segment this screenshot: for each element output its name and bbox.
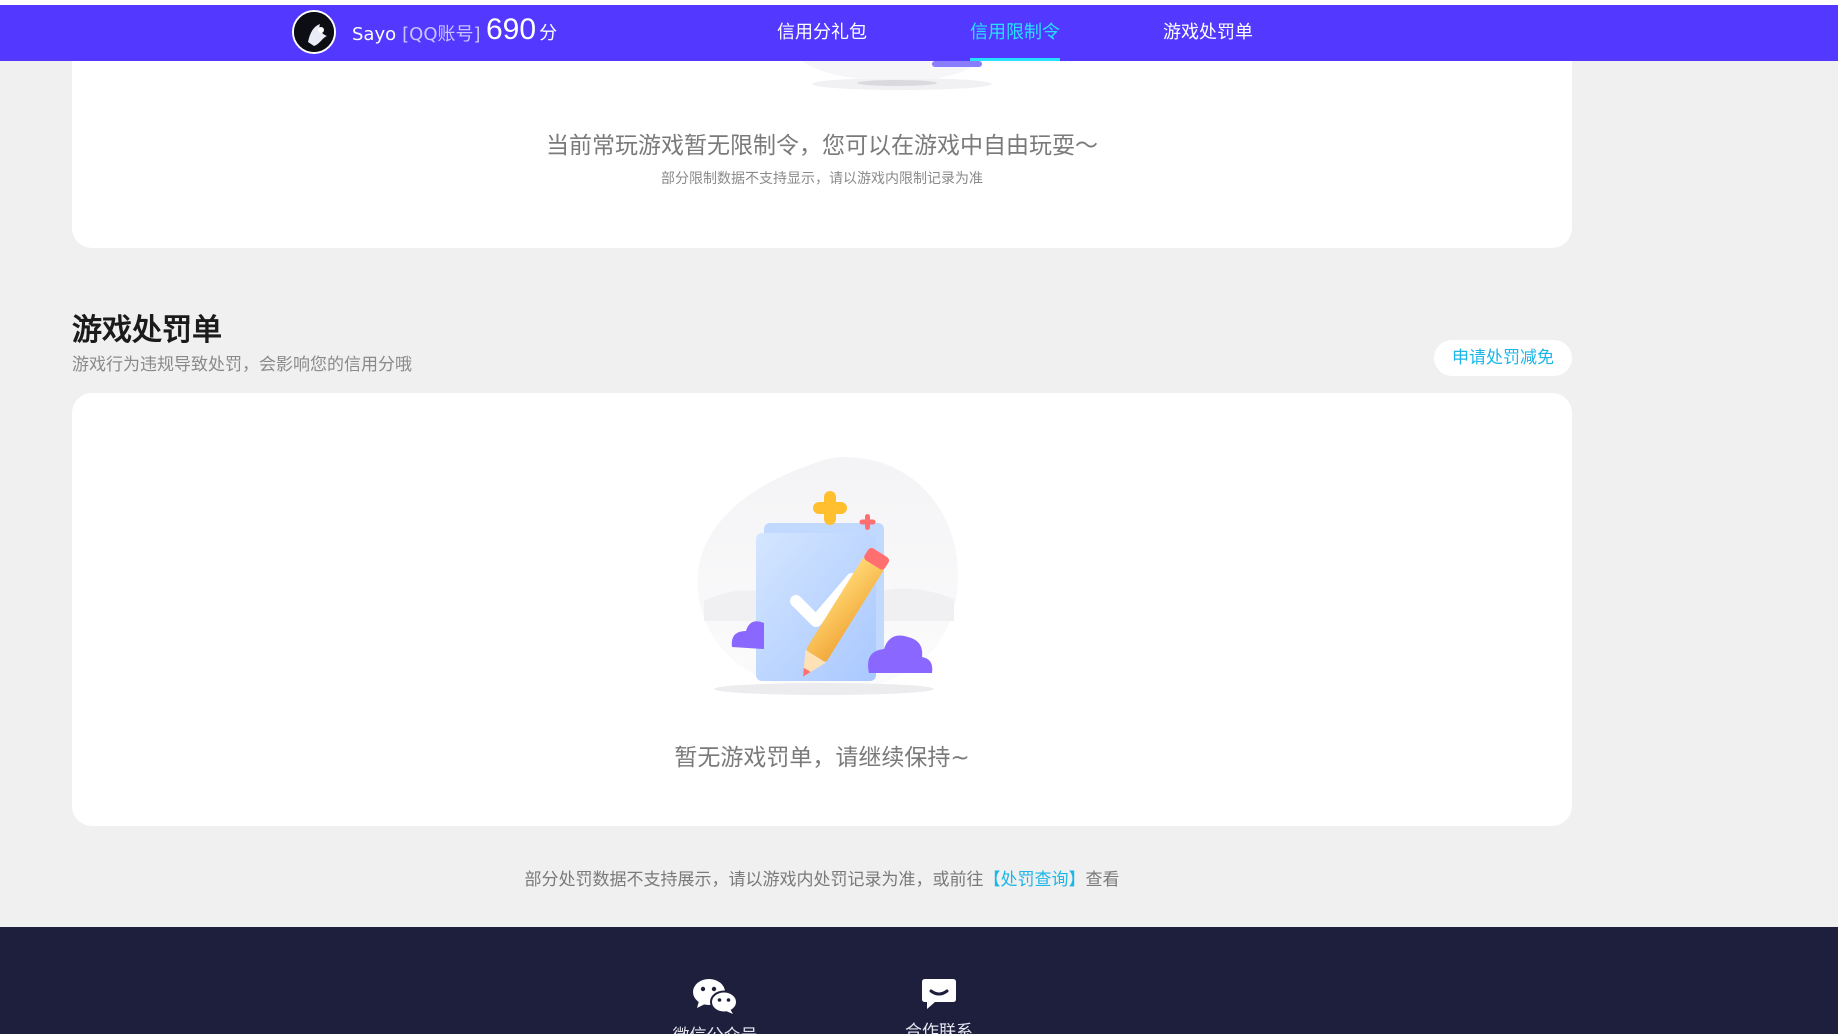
penalty-query-link[interactable]: 【处罚查询】 — [984, 870, 1086, 890]
penalty-footer-note: 部分处罚数据不支持展示，请以游戏内处罚记录为准，或前往【处罚查询】查看 — [0, 865, 1644, 890]
restriction-card: 当前常玩游戏暂无限制令，您可以在游戏中自由玩耍～ 部分限制数据不支持显示，请以游… — [72, 61, 1572, 248]
penalty-empty-text: 暂无游戏罚单，请继续保持~ — [674, 745, 970, 771]
penalty-empty-illustration-icon — [697, 457, 959, 695]
username: Sayo — [352, 24, 397, 45]
site-footer: 微信公众号 合作联系 — [0, 927, 1838, 1034]
section-title: 游戏处罚单 — [72, 313, 222, 348]
penalty-card: 暂无游戏罚单，请继续保持~ — [72, 393, 1572, 826]
user-info: Sayo [QQ账号] — [352, 20, 481, 46]
footer-label: 微信公众号 — [670, 1021, 760, 1034]
footer-business-contact[interactable]: 合作联系 — [894, 977, 984, 1034]
tab-game-penalty[interactable]: 游戏处罚单 — [1163, 18, 1253, 61]
page: Sayo [QQ账号] 690 分 信用分礼包 信用限制令 游戏处罚单 当前常玩游戏… — [0, 0, 1838, 1034]
message-icon — [922, 979, 956, 1009]
tab-credit-restriction[interactable]: 信用限制令 — [970, 18, 1060, 61]
restriction-empty-illustration-icon — [802, 61, 992, 90]
account-type: [QQ账号] — [402, 24, 481, 45]
footer-label: 合作联系 — [905, 1022, 973, 1034]
note-text: 部分处罚数据不支持展示，请以游戏内处罚记录为准，或前往 — [524, 870, 984, 890]
score-unit: 分 — [539, 23, 558, 44]
avatar[interactable] — [292, 10, 336, 54]
section-description: 游戏行为违规导致处罚，会影响您的信用分哦 — [72, 355, 412, 375]
tab-credit-gift[interactable]: 信用分礼包 — [777, 18, 867, 61]
restriction-empty-text: 当前常玩游戏暂无限制令，您可以在游戏中自由玩耍～ — [546, 133, 1098, 159]
wechat-icon — [693, 979, 738, 1014]
footer-wechat-official-account[interactable]: 微信公众号 — [670, 977, 760, 1034]
score-value: 690 — [486, 13, 537, 46]
credit-score: 690 分 — [486, 13, 557, 47]
top-nav-bar: Sayo [QQ账号] 690 分 信用分礼包 信用限制令 游戏处罚单 — [0, 0, 1838, 61]
restriction-sub-text: 部分限制数据不支持显示，请以游戏内限制记录为准 — [661, 171, 983, 187]
avatar-image-icon — [294, 12, 334, 52]
apply-penalty-reduction-button[interactable]: 申请处罚减免 — [1434, 340, 1572, 376]
note-suffix: 查看 — [1085, 870, 1120, 890]
